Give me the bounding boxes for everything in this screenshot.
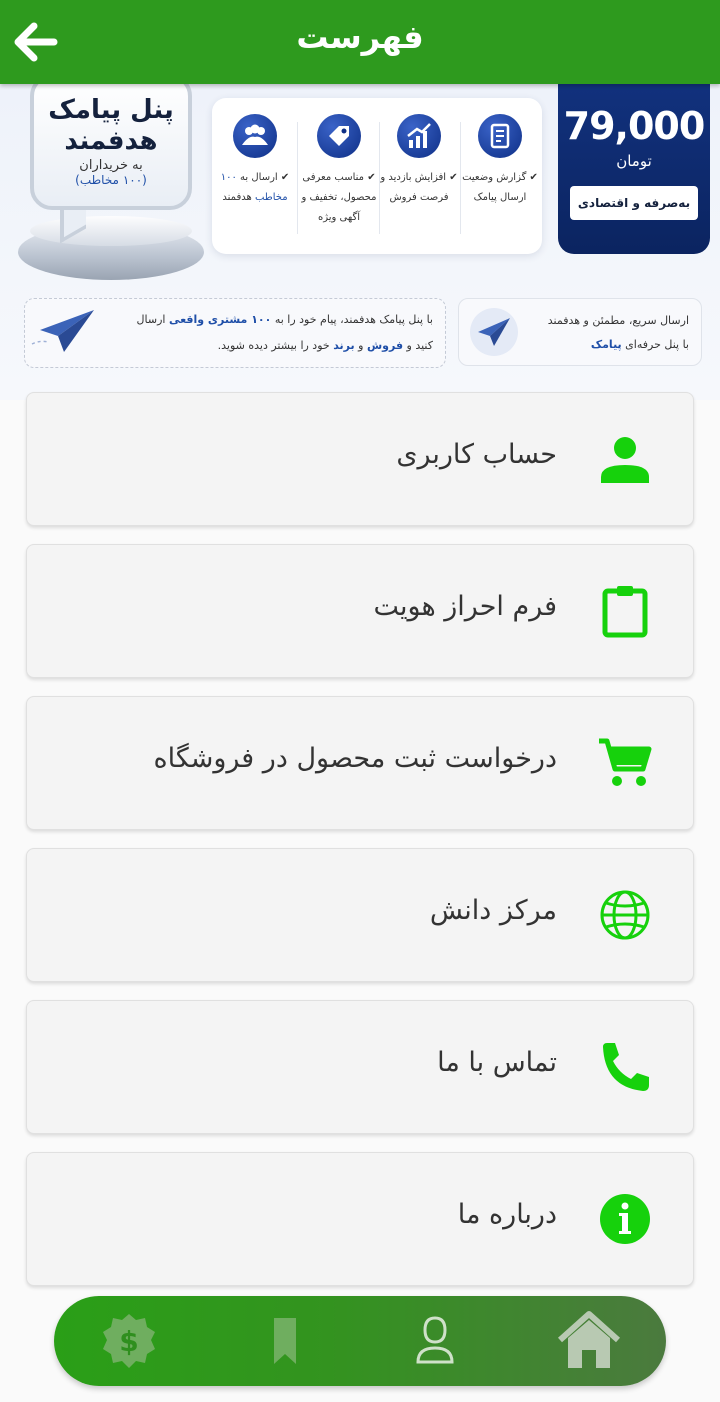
bubble-line-2: هدفمند <box>64 126 158 156</box>
profile-icon[interactable] <box>400 1306 470 1376</box>
feature-growth: ✔ افزایش بازدید و فرصت فروش <box>378 110 460 208</box>
clipboard-icon <box>602 586 648 638</box>
info-right-text: با پنل حرفه‌ای <box>621 338 689 351</box>
wallet-badge-icon[interactable]: $ <box>94 1306 164 1376</box>
price-ribbon: به‌صرفه و اقتصادی <box>570 186 698 220</box>
info-left-text: با پنل پیامک هدفمند، پیام خود را به <box>271 313 433 326</box>
divider <box>460 122 461 234</box>
globe-icon <box>600 890 650 940</box>
menu-item-label: حساب کاربری <box>396 439 557 470</box>
menu-item-identity-form[interactable]: فرم احراز هویت <box>26 544 694 678</box>
feature-audience-suffix: هدفمند <box>222 192 255 203</box>
menu-item-label: فرم احراز هویت <box>373 591 557 622</box>
menu-item-account[interactable]: حساب کاربری <box>26 392 694 526</box>
growth-chart-icon <box>397 114 441 158</box>
info-left-text: خود را بیشتر دیده شوید. <box>217 339 334 352</box>
feature-report: ✔ گزارش وضعیت ارسال پیامک <box>459 110 541 208</box>
promo-bubble: پنل پیامک هدفمند به خریداران (۱۰۰ مخاطب) <box>30 84 192 210</box>
page-title: فهرست <box>296 18 424 56</box>
menu-item-knowledge-center[interactable]: مرکز دانش <box>26 848 694 982</box>
info-icon <box>600 1194 650 1244</box>
paper-plane-icon <box>470 308 518 356</box>
info-left-text: و <box>354 339 367 352</box>
promo-banner[interactable]: پنل پیامک هدفمند به خریداران (۱۰۰ مخاطب)… <box>0 84 720 400</box>
feature-audience-text: ✔ ارسال به ۱۰۰ مخاطب هدفمند <box>214 168 296 208</box>
feature-growth-text: ✔ افزایش بازدید و فرصت فروش <box>380 172 458 203</box>
svg-text:$: $ <box>119 1325 138 1358</box>
menu-item-label: درباره ما <box>457 1199 557 1230</box>
info-left-highlight: برند <box>333 339 355 352</box>
menu-item-product-request[interactable]: درخواست ثبت محصول در فروشگاه <box>26 696 694 830</box>
menu-item-about-us[interactable]: درباره ما <box>26 1152 694 1286</box>
bubble-line-4: (۱۰۰ مخاطب) <box>75 173 147 187</box>
pedestal-top-graphic <box>30 216 192 246</box>
info-left-highlight: فروش <box>366 339 404 352</box>
feature-tag-text: ✔ مناسب معرفی محصول، تخفیف و آگهی ویژه <box>301 172 377 223</box>
bookmark-icon[interactable] <box>250 1306 320 1376</box>
menu-item-label: درخواست ثبت محصول در فروشگاه <box>153 743 557 774</box>
user-icon <box>601 437 649 483</box>
people-icon <box>233 114 277 158</box>
price-tag: 79,000 تومان به‌صرفه و اقتصادی <box>558 84 710 254</box>
phone-icon <box>603 1043 649 1091</box>
app-bar: فهرست <box>0 0 720 84</box>
home-icon[interactable] <box>554 1306 624 1376</box>
info-right-line-2: با پنل حرفه‌ای پیامک <box>531 333 689 357</box>
paper-plane-icon <box>31 310 94 352</box>
tag-icon <box>317 114 361 158</box>
report-icon <box>478 114 522 158</box>
info-right-highlight: پیامک <box>590 338 622 351</box>
feature-audience-prefix: ✔ ارسال به <box>236 172 290 183</box>
menu-item-label: تماس با ما <box>437 1047 557 1078</box>
divider <box>297 122 298 234</box>
menu-item-label: مرکز دانش <box>429 895 557 926</box>
info-right-line-1: ارسال سریع، مطمئن و هدفمند <box>547 314 689 327</box>
bottom-navigation: $ <box>54 1296 666 1386</box>
price-amount: 79,000 <box>563 104 706 148</box>
cart-icon <box>599 738 652 786</box>
feature-tag: ✔ مناسب معرفی محصول، تخفیف و آگهی ویژه <box>298 110 380 228</box>
info-left-highlight: ۱۰۰ مشتری واقعی <box>168 313 272 326</box>
feature-report-text: ✔ گزارش وضعیت ارسال پیامک <box>462 172 538 203</box>
features-card: ✔ گزارش وضعیت ارسال پیامک ✔ افزایش بازدی… <box>212 98 542 254</box>
bubble-line-1: پنل پیامک <box>48 95 174 125</box>
feature-audience: ✔ ارسال به ۱۰۰ مخاطب هدفمند <box>214 110 296 208</box>
menu-item-contact-us[interactable]: تماس با ما <box>26 1000 694 1134</box>
price-currency: تومان <box>616 152 652 170</box>
bubble-line-3: به خریداران <box>79 158 143 173</box>
